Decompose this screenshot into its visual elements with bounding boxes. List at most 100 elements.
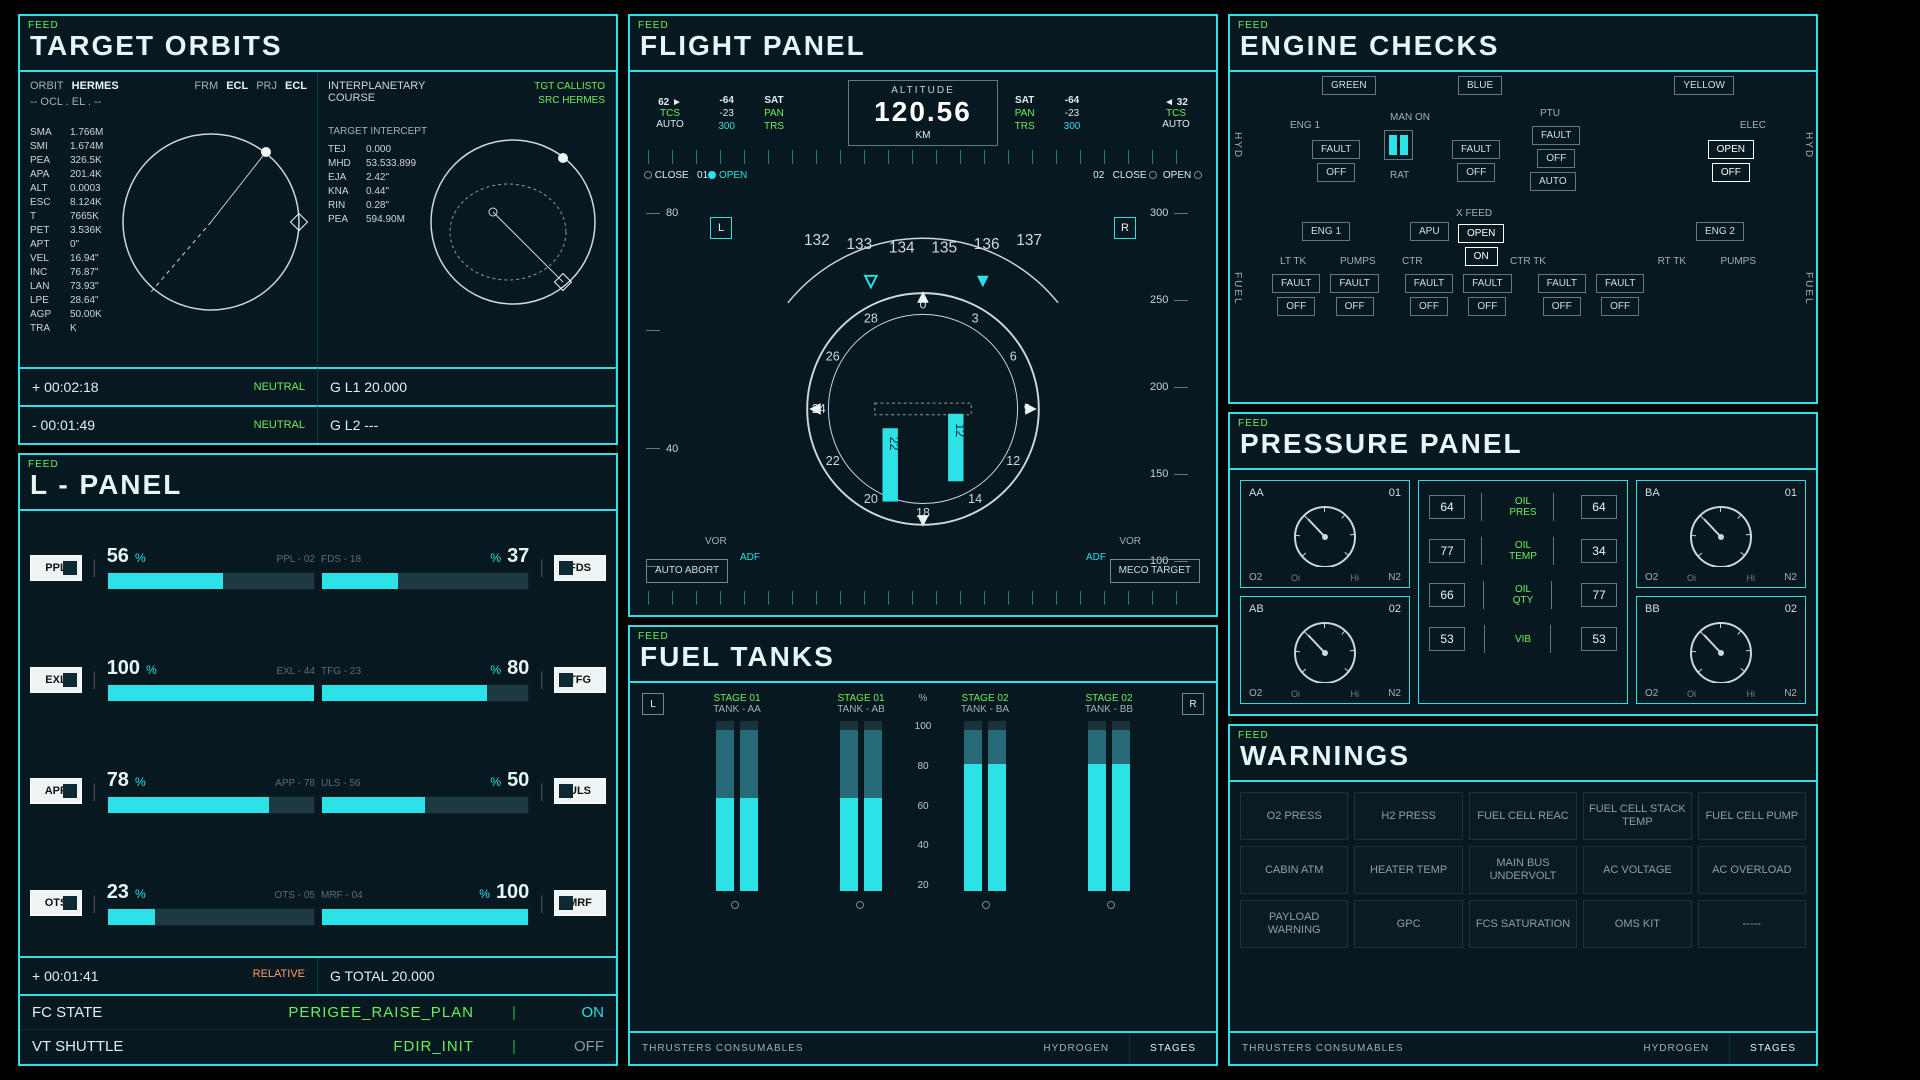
- fc-toggle[interactable]: ON: [544, 1004, 604, 1021]
- svg-text:12: 12: [1006, 454, 1020, 468]
- lp-slot-exl: EXL|100%EXL - 44: [30, 635, 315, 725]
- warning-cell[interactable]: GPC: [1354, 900, 1462, 948]
- pressure-row: 66 OILQTY 77: [1429, 581, 1617, 609]
- scale-ticks-icon: [648, 150, 1198, 164]
- target-orbits-panel: FEED TARGET ORBITS ORBIT HERMES FRM ECL …: [18, 14, 618, 445]
- intercept-diagram-icon: [413, 122, 613, 322]
- fc-toggle[interactable]: OFF: [544, 1038, 604, 1055]
- fc-row: VT SHUTTLEFDIR_INIT|OFF: [20, 1030, 616, 1064]
- fp-grp-right: SAT-64PAN-23TRS300: [1002, 95, 1142, 132]
- warning-cell[interactable]: O2 PRESS: [1240, 792, 1348, 840]
- status-time-1: + 00:02:18NEUTRAL: [20, 367, 318, 405]
- flight-panel-title: FLIGHT PANEL: [630, 16, 1216, 70]
- target-orbits-title: TARGET ORBITS: [20, 16, 616, 70]
- gauge-aa: AA01 O2OiHiN2: [1240, 480, 1410, 588]
- svg-text:134: 134: [889, 240, 915, 257]
- lp-slot-app: APP|78%APP - 78: [30, 747, 315, 837]
- warning-cell[interactable]: MAIN BUS UNDERVOLT: [1469, 846, 1577, 894]
- yellow-indicator[interactable]: YELLOW: [1674, 76, 1734, 95]
- fp-right-edge: ◄ 32 TCS AUTO: [1146, 97, 1206, 130]
- fuel-pump-3[interactable]: FAULTOFF: [1461, 272, 1513, 318]
- gauge-icon: [1280, 497, 1370, 567]
- lp-button-mrf[interactable]: MRF: [554, 890, 606, 916]
- tank-bars: [926, 721, 1044, 891]
- close-indicator-icon: [644, 171, 652, 179]
- gauge-ba: BA01 O2OiHiN2: [1636, 480, 1806, 588]
- fuel-pump-4[interactable]: FAULTOFF: [1536, 272, 1588, 318]
- warning-cell[interactable]: OMS KIT: [1583, 900, 1691, 948]
- fc-row: FC STATEPERIGEE_RAISE_PLAN|ON: [20, 996, 616, 1030]
- svg-text:133: 133: [846, 236, 872, 253]
- warning-cell[interactable]: FUEL CELL STACK TEMP: [1583, 792, 1691, 840]
- warning-cell[interactable]: H2 PRESS: [1354, 792, 1462, 840]
- orbit-params-list: SMA1.766MSMI1.674MPEA326.5KAPA201.4KALT0…: [30, 126, 103, 336]
- green-indicator[interactable]: GREEN: [1322, 76, 1376, 95]
- engine-checks-title: ENGINE CHECKS: [1230, 16, 1816, 70]
- warning-cell[interactable]: AC OVERLOAD: [1698, 846, 1806, 894]
- eng1-hyd[interactable]: FAULTOFF: [1310, 138, 1362, 184]
- svg-text:26: 26: [826, 350, 840, 364]
- scale-ticks-icon: [648, 591, 1198, 605]
- lp-button-fds[interactable]: FDS: [554, 555, 606, 581]
- right-scale: 300250200150100: [1150, 207, 1200, 567]
- elec-box[interactable]: OPENOFF: [1706, 138, 1756, 184]
- xfeed-box[interactable]: OPENON: [1456, 222, 1506, 268]
- auto-abort-button[interactable]: AUTO ABORT: [646, 559, 728, 583]
- tab-stages-2[interactable]: STAGES: [1729, 1033, 1816, 1064]
- svg-text:3: 3: [972, 312, 979, 326]
- svg-text:22: 22: [826, 454, 840, 468]
- meco-target-button[interactable]: MECO TARGET: [1110, 559, 1200, 583]
- warning-cell[interactable]: -----: [1698, 900, 1806, 948]
- warning-cell[interactable]: HEATER TEMP: [1354, 846, 1462, 894]
- fuel-pump-2[interactable]: FAULTOFF: [1403, 272, 1455, 318]
- ft-l-badge[interactable]: L: [642, 693, 664, 715]
- apu-btn[interactable]: APU: [1410, 222, 1449, 241]
- auto-box[interactable]: AUTO: [1530, 172, 1576, 191]
- engine-checks-panel: FEED ENGINE CHECKS HYD HYD FUEL FUEL GRE…: [1228, 14, 1818, 404]
- blue-hyd[interactable]: FAULTOFF: [1450, 138, 1502, 184]
- warning-cell[interactable]: AC VOLTAGE: [1583, 846, 1691, 894]
- ptu-box[interactable]: FAULTOFF: [1530, 124, 1582, 170]
- svg-text:136: 136: [974, 236, 1000, 253]
- lp-button-ppl[interactable]: PPL: [30, 555, 82, 581]
- compass-gauge-icon[interactable]: 132133134135136137 03691214182022242628: [730, 187, 1116, 573]
- pressure-row: 64 OILPRES 64: [1429, 493, 1617, 521]
- warning-cell[interactable]: FUEL CELL REAC: [1469, 792, 1577, 840]
- fuel-pump-1[interactable]: FAULTOFF: [1328, 272, 1380, 318]
- fuel-tanks-title: FUEL TANKS: [630, 627, 1216, 681]
- svg-text:28: 28: [864, 312, 878, 326]
- fuel-pump-0[interactable]: FAULTOFF: [1270, 272, 1322, 318]
- lp-slot-ots: OTS|23%OTS - 05: [30, 858, 315, 948]
- warnings-title: WARNINGS: [1230, 726, 1816, 780]
- lp-slot-tfg: TFG - 23%80|TFG: [321, 635, 606, 725]
- warning-cell[interactable]: FCS SATURATION: [1469, 900, 1577, 948]
- gauge-icon: [1280, 613, 1370, 683]
- blue-indicator[interactable]: BLUE: [1458, 76, 1502, 95]
- warnings-panel: FEED WARNINGS O2 PRESSH2 PRESSFUEL CELL …: [1228, 724, 1818, 1066]
- tank-bars: [1050, 721, 1168, 891]
- lp-button-exl[interactable]: EXL: [30, 667, 82, 693]
- warning-cell[interactable]: FUEL CELL PUMP: [1698, 792, 1806, 840]
- l-badge[interactable]: L: [710, 217, 732, 239]
- status-time-2: - 00:01:49NEUTRAL: [20, 405, 318, 443]
- lp-button-ots[interactable]: OTS: [30, 890, 82, 916]
- tab-stages[interactable]: STAGES: [1129, 1033, 1216, 1064]
- eng2-fuel-btn[interactable]: ENG 2: [1696, 222, 1744, 241]
- lp-button-app[interactable]: APP: [30, 778, 82, 804]
- eng1-fuel-btn[interactable]: ENG 1: [1302, 222, 1350, 241]
- tab-hydrogen-2[interactable]: HYDROGEN: [1623, 1033, 1729, 1064]
- warning-cell[interactable]: PAYLOAD WARNING: [1240, 900, 1348, 948]
- status-l2: G L2 ---: [318, 405, 616, 443]
- tab-hydrogen[interactable]: HYDROGEN: [1023, 1033, 1129, 1064]
- lp-button-uls[interactable]: ULS: [554, 778, 606, 804]
- ft-r-badge[interactable]: R: [1182, 693, 1204, 715]
- svg-text:20: 20: [864, 492, 878, 506]
- man-on-switch[interactable]: [1384, 130, 1413, 160]
- fuel-pump-5[interactable]: FAULTOFF: [1594, 272, 1646, 318]
- lp-button-tfg[interactable]: TFG: [554, 667, 606, 693]
- svg-text:137: 137: [1016, 232, 1042, 249]
- lp-slot-uls: ULS - 56%50|ULS: [321, 747, 606, 837]
- warning-cell[interactable]: CABIN ATM: [1240, 846, 1348, 894]
- feed-tag: FEED: [28, 20, 59, 31]
- r-badge[interactable]: R: [1114, 217, 1136, 239]
